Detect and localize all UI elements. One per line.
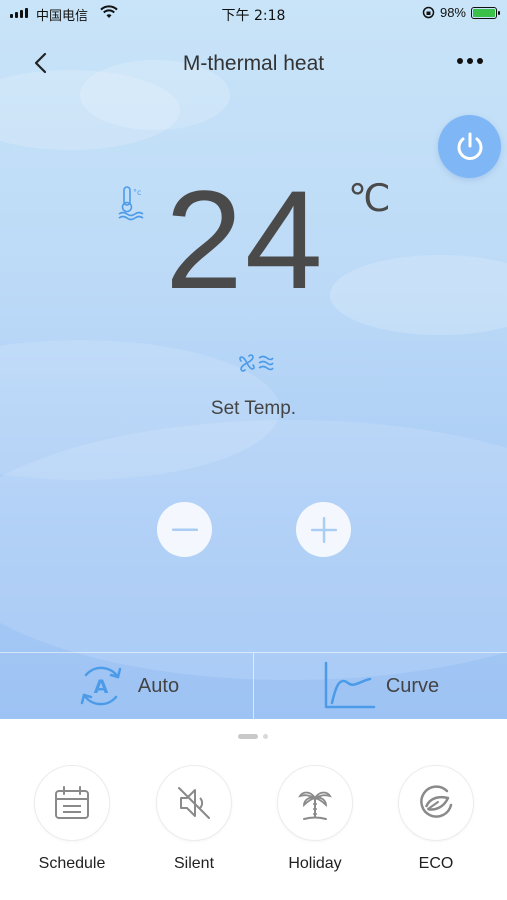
more-dot-icon (477, 58, 483, 64)
silent-label: Silent (173, 855, 215, 872)
eco-label: ECO (418, 855, 454, 872)
holiday-label: Holiday (288, 855, 342, 872)
page-title: M-thermal heat (182, 52, 325, 75)
silent-button[interactable]: Silent (155, 765, 233, 873)
silent-circle[interactable] (156, 765, 232, 841)
schedule-button[interactable]: Schedule (33, 765, 111, 873)
set-temp-caption: Set Temp. (210, 398, 297, 419)
svg-text:A: A (94, 676, 109, 698)
eco-leaf-icon (420, 785, 453, 818)
schedule-label: Schedule (38, 855, 106, 872)
auto-mode-icon: A (80, 666, 122, 706)
plus-icon (310, 516, 337, 543)
page-indicator (238, 734, 268, 739)
curve-button[interactable]: Curve (253, 653, 507, 719)
minus-icon (171, 528, 198, 531)
page-dot (263, 734, 268, 739)
palm-tree-icon (298, 791, 332, 820)
battery-percent: 98% (439, 5, 466, 20)
function-panel: Schedule Silent Holiday ECO (0, 719, 507, 900)
power-button[interactable] (438, 115, 501, 178)
eco-button[interactable]: ECO (397, 765, 475, 873)
set-temperature-value: 24 (165, 161, 325, 318)
eco-circle[interactable] (398, 765, 474, 841)
increase-temperature-button[interactable] (296, 502, 351, 557)
svg-text:°c: °c (133, 188, 141, 197)
power-icon (457, 132, 482, 160)
status-bar: 中国电信 下午 2:18 98% (0, 0, 507, 28)
auto-mode-button[interactable]: A Auto (0, 653, 253, 719)
cloud-decoration (330, 255, 507, 335)
decrease-temperature-button[interactable] (157, 502, 212, 557)
holiday-circle[interactable] (277, 765, 353, 841)
curve-label: Curve (385, 674, 440, 697)
schedule-circle[interactable] (34, 765, 110, 841)
more-dot-icon (457, 58, 463, 64)
status-right: 98% (422, 5, 500, 20)
orientation-lock-icon (422, 6, 435, 19)
auto-mode-label: Auto (137, 674, 180, 697)
thermostat-panel: 中国电信 下午 2:18 98% M-thermal heat °c 24 ℃ … (0, 0, 507, 719)
battery-icon (471, 6, 500, 19)
holiday-button[interactable]: Holiday (276, 765, 354, 873)
page-dot-active (238, 734, 258, 739)
water-temperature-icon: °c (118, 185, 146, 226)
fan-wind-icon (236, 350, 274, 381)
temperature-unit: ℃ (348, 178, 391, 220)
hill-decoration (0, 420, 507, 680)
curve-icon (324, 661, 376, 709)
more-options-button[interactable] (457, 58, 483, 64)
calendar-icon (55, 786, 89, 819)
mute-icon (178, 787, 210, 819)
more-dot-icon (467, 58, 473, 64)
mode-bar: A Auto Curve (0, 652, 507, 719)
